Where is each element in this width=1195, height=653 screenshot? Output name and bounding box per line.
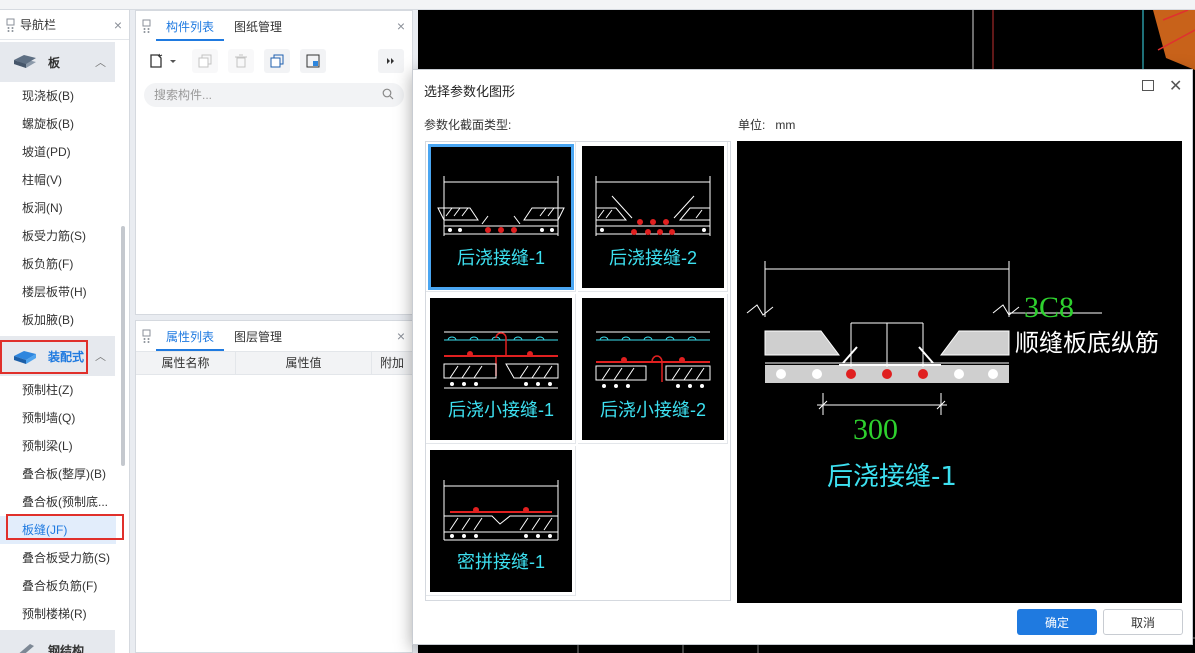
nav-item[interactable]: 预制楼梯(R) (0, 600, 116, 628)
tab-drawing-management[interactable]: 图纸管理 (224, 13, 292, 41)
new-component-button[interactable] (144, 49, 182, 73)
nav-item[interactable]: 叠合板(预制底... (0, 488, 116, 516)
column-header: 附加 (379, 356, 404, 370)
more-icon[interactable] (378, 49, 404, 73)
maximize-icon[interactable] (1142, 80, 1154, 91)
column-header: 属性名称 (136, 352, 236, 374)
nav-item[interactable]: 预制墙(Q) (0, 404, 116, 432)
top-strip (0, 0, 1195, 10)
nav-item[interactable]: 板洞(N) (0, 194, 116, 222)
navigation-panel: 导航栏 × 板 ︿ 现浇板(B) 螺旋板(B) 坡道(PD) 柱帽(V) 板洞(N) 板受… (0, 10, 130, 653)
tab-layer-management[interactable]: 图层管理 (224, 323, 292, 351)
close-icon[interactable]: ✕ (1169, 76, 1182, 96)
nav-group-board[interactable]: 板 ︿ (0, 42, 115, 82)
search-icon[interactable] (382, 88, 394, 103)
unit-caption: 单位: (738, 118, 766, 132)
rebar-description: 顺缝板底纵筋 (1015, 329, 1159, 357)
ok-button[interactable]: 确定 (1017, 609, 1097, 635)
nav-item[interactable]: 板受力筋(S) (0, 222, 116, 250)
chevron-up-icon[interactable]: ︿ (95, 54, 115, 70)
nav-item[interactable]: 板加腋(B) (0, 306, 116, 334)
nav-group-label: 钢结构 (48, 643, 85, 653)
cancel-button[interactable]: 取消 (1103, 609, 1183, 635)
unit-value: mm (775, 118, 796, 132)
shape-thumbnail: 后浇接缝-1 (428, 144, 574, 290)
pin-icon[interactable] (136, 19, 156, 33)
pin-icon[interactable] (0, 18, 20, 32)
shape-option-joint-2[interactable]: 后浇接缝-2 (578, 142, 728, 292)
nav-group-label: 板 (48, 55, 61, 70)
shape-option-label: 密拼接缝-1 (456, 552, 545, 572)
preview-caption: 后浇接缝-1 (827, 462, 957, 492)
shape-option-label: 后浇小接缝-2 (599, 400, 706, 420)
shape-option-label: 后浇接缝-2 (608, 248, 697, 268)
pin-icon[interactable] (136, 329, 156, 343)
close-icon[interactable]: × (107, 17, 129, 33)
property-panel: 属性列表 图层管理 × 属性名称 属性值 附加 (135, 320, 413, 653)
close-icon[interactable]: × (390, 18, 412, 34)
dialog-title: 选择参数化图形 (424, 84, 516, 99)
nav-group-steel[interactable]: 钢结构 (0, 630, 115, 653)
chevron-up-icon[interactable]: ︿ (95, 348, 115, 364)
shape-thumbnail: 密拼接缝-1 (430, 450, 572, 592)
copy-icon[interactable] (192, 49, 218, 73)
shape-thumbnail: 后浇小接缝-1 (430, 298, 572, 440)
search-input[interactable] (154, 88, 382, 102)
shape-option-small-joint-2[interactable]: 后浇小接缝-2 (578, 294, 728, 444)
nav-scrollbar[interactable] (121, 226, 125, 466)
nav-item[interactable]: 板负筋(F) (0, 250, 116, 278)
shape-option-joint-1[interactable]: 后浇接缝-1 (426, 142, 576, 292)
dimension-label: 300 (853, 413, 898, 446)
section-type-label: 参数化截面类型: (424, 118, 512, 132)
nav-group-label: 装配式 (48, 349, 85, 364)
nav-title: 导航栏 (20, 18, 57, 32)
delete-icon[interactable] (228, 49, 254, 73)
search-box (144, 83, 404, 107)
layer-copy-icon[interactable] (264, 49, 290, 73)
unit-label: 单位: mm (738, 116, 795, 133)
nav-item[interactable]: 叠合板(整厚)(B) (0, 460, 116, 488)
nav-item[interactable]: 现浇板(B) (0, 82, 116, 110)
component-toolbar (136, 41, 412, 81)
close-icon[interactable]: × (390, 328, 412, 344)
extract-icon[interactable] (300, 49, 326, 73)
shape-thumbnail: 后浇接缝-2 (582, 146, 724, 288)
tab-component-list[interactable]: 构件列表 (156, 13, 225, 41)
nav-item[interactable]: 柱帽(V) (0, 166, 116, 194)
property-table-header: 属性名称 属性值 附加 (136, 351, 412, 375)
nav-item[interactable]: 板缝(JF) (0, 516, 116, 544)
column-header: 属性值 (236, 352, 372, 374)
nav-item[interactable]: 螺旋板(B) (0, 110, 116, 138)
rebar-label: 3C8 (1024, 291, 1074, 324)
nav-header: 导航栏 × (0, 10, 129, 40)
nav-item[interactable]: 预制柱(Z) (0, 376, 116, 404)
shape-thumbnail: 后浇小接缝-2 (582, 298, 724, 440)
nav-item[interactable]: 坡道(PD) (0, 138, 116, 166)
component-tabs: 构件列表 图纸管理 × (136, 11, 412, 41)
shape-preview: 3C8 顺缝板底纵筋 300 后浇接缝-1 (737, 141, 1182, 603)
tab-property-list[interactable]: 属性列表 (156, 323, 225, 351)
nav-group-prefab[interactable]: 装配式 ︿ (0, 336, 115, 376)
shape-option-grid: 后浇接缝-1 后浇接缝-2 后浇小接缝-1 后浇小接缝-2 密拼接缝-1 (425, 141, 731, 601)
nav-item[interactable]: 楼层板带(H) (0, 278, 116, 306)
shape-option-label: 后浇接缝-1 (456, 248, 545, 268)
property-tabs: 属性列表 图层管理 × (136, 321, 412, 351)
steel-icon (8, 640, 42, 653)
select-parametric-shape-dialog: 选择参数化图形 ✕ 参数化截面类型: 单位: mm 后浇接缝-1 后浇接缝-2 … (412, 69, 1193, 645)
component-list-panel: 构件列表 图纸管理 × (135, 10, 413, 315)
prefab-icon (8, 346, 42, 366)
nav-item[interactable]: 叠合板负筋(F) (0, 572, 116, 600)
shape-option-tight-joint-1[interactable]: 密拼接缝-1 (426, 446, 576, 596)
nav-item[interactable]: 预制梁(L) (0, 432, 116, 460)
shape-option-label: 后浇小接缝-1 (447, 400, 554, 420)
nav-item[interactable]: 叠合板受力筋(S) (0, 544, 116, 572)
slab-icon (8, 52, 42, 72)
shape-option-small-joint-1[interactable]: 后浇小接缝-1 (426, 294, 576, 444)
